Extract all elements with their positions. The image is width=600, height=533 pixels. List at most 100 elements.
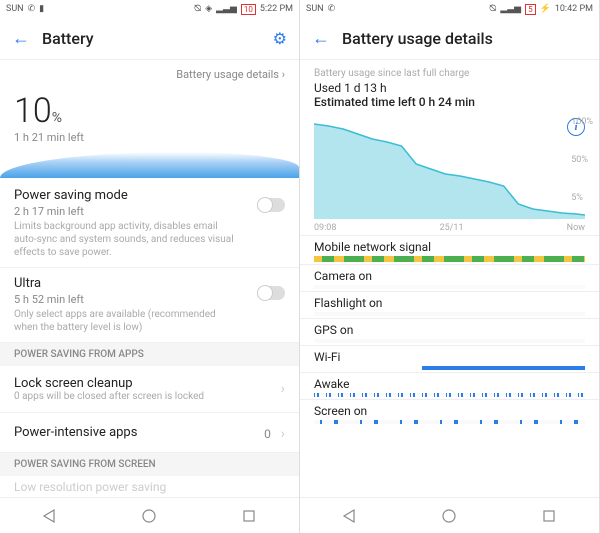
status-bar: SUN ✆ ▮ ⦰ ◈ ▂▃▅ 10 5:22 PM — [0, 0, 299, 18]
truncated-row[interactable]: Low resolution power saving — [0, 476, 299, 494]
chart-x-ticks: 09:08 25/11 Now — [300, 223, 599, 233]
ultra-sub: 5 h 52 min left — [14, 293, 285, 306]
power-intensive-title: Power-intensive apps — [14, 425, 137, 440]
timeline-bar — [314, 393, 585, 397]
timeline-flashlight[interactable]: Flashlight on — [300, 292, 599, 316]
lock-cleanup-row[interactable]: Lock screen cleanup 0 apps will be close… — [0, 366, 299, 413]
nav-back-icon[interactable] — [41, 507, 59, 525]
power-intensive-row[interactable]: Power-intensive apps 0 › — [0, 413, 299, 453]
signal-icon: ▂▃▅ — [216, 4, 237, 14]
percent-symbol: % — [52, 110, 62, 126]
no-icon: ⦰ — [194, 4, 201, 14]
power-saving-desc: Limits background app activity, disables… — [14, 220, 234, 259]
power-saving-row[interactable]: Power saving mode 2 h 17 min left Limits… — [0, 180, 299, 268]
content-area: Battery usage details › 10% 1 h 21 min l… — [0, 60, 299, 497]
timeline-label: GPS on — [314, 323, 585, 337]
timeline-bar — [314, 339, 585, 343]
lock-cleanup-title: Lock screen cleanup — [14, 376, 204, 391]
wifi-icon: ◈ — [205, 4, 212, 14]
xtick: 25/11 — [440, 223, 464, 233]
timeline-bar — [314, 312, 585, 316]
no-icon: ⦰ — [489, 4, 496, 14]
time-left-label: 1 h 21 min left — [0, 131, 299, 152]
timeline-label: Flashlight on — [314, 296, 585, 310]
percent-value: 10 — [14, 91, 52, 131]
battery-wave-graphic — [0, 152, 299, 178]
phone-icon: ✆ — [28, 4, 36, 14]
xtick: Now — [567, 223, 585, 233]
battery-pct-icon: 5 — [525, 4, 536, 15]
ytick: 100% — [571, 117, 593, 127]
app-header: ← Battery ⚙ — [0, 18, 299, 60]
clock-label: 5:22 PM — [260, 4, 293, 14]
timeline-bar — [314, 420, 585, 424]
timeline-bar — [314, 285, 585, 289]
ultra-row[interactable]: Ultra 5 h 52 min left Only select apps a… — [0, 268, 299, 343]
battery-details-screen: SUN ✆ ⦰ ▂▃▅ 5 ⚡ 10:42 PM ← Battery usage… — [300, 0, 600, 533]
battery-percent: 10% — [0, 87, 299, 131]
timeline-wifi[interactable]: Wi-Fi — [300, 346, 599, 370]
clock-label: 10:42 PM — [555, 4, 593, 14]
usage-since-label: Battery usage since last full charge — [314, 68, 585, 79]
content-area: Battery usage since last full charge Use… — [300, 60, 599, 497]
nav-back-icon[interactable] — [341, 507, 359, 525]
page-title: Battery usage details — [342, 29, 587, 48]
chevron-right-icon: › — [282, 68, 285, 81]
usage-summary: Battery usage since last full charge Use… — [300, 60, 599, 113]
link-label: Battery usage details — [176, 68, 279, 81]
chevron-right-icon: › — [281, 426, 285, 442]
battery-pct-icon: 10 — [241, 4, 256, 15]
nav-recent-icon[interactable] — [540, 507, 558, 525]
power-saving-sub: 2 h 17 min left — [14, 205, 285, 218]
gear-icon[interactable]: ⚙ — [273, 29, 287, 48]
timeline-gps[interactable]: GPS on — [300, 319, 599, 343]
timeline-label: Camera on — [314, 269, 585, 283]
section-screen-header: POWER SAVING FROM SCREEN — [0, 453, 299, 476]
ytick: 5% — [571, 193, 593, 203]
xtick: 09:08 — [314, 223, 336, 233]
timeline-bar — [314, 366, 585, 370]
power-saving-toggle[interactable] — [257, 198, 285, 212]
battery-screen: SUN ✆ ▮ ⦰ ◈ ▂▃▅ 10 5:22 PM ← Battery ⚙ B… — [0, 0, 300, 533]
timeline-label: Awake — [314, 377, 585, 391]
timeline-awake[interactable]: Awake — [300, 373, 599, 397]
chevron-right-icon: › — [281, 381, 285, 397]
nav-bar — [300, 497, 599, 533]
power-intensive-value: 0 — [264, 427, 271, 441]
nav-recent-icon[interactable] — [240, 507, 258, 525]
nav-bar — [0, 497, 299, 533]
timeline-bar — [314, 256, 585, 262]
charging-icon: ⚡ — [540, 4, 551, 14]
battery-graph-svg — [314, 119, 585, 219]
timeline-screen[interactable]: Screen on — [300, 400, 599, 424]
phone-icon: ✆ — [328, 4, 336, 14]
ultra-toggle[interactable] — [257, 286, 285, 300]
battery-status-icon: ▮ — [39, 4, 44, 14]
timeline-label: Screen on — [314, 404, 585, 418]
nav-home-icon[interactable] — [140, 507, 158, 525]
timeline-label: Mobile network signal — [314, 240, 585, 254]
usage-est-label: Estimated time left 0 h 24 min — [314, 95, 585, 109]
timeline-mobile[interactable]: Mobile network signal — [300, 236, 599, 262]
nav-home-icon[interactable] — [440, 507, 458, 525]
back-icon[interactable]: ← — [12, 28, 30, 49]
timeline-label: Wi-Fi — [314, 350, 585, 364]
status-bar: SUN ✆ ⦰ ▂▃▅ 5 ⚡ 10:42 PM — [300, 0, 599, 18]
signal-icon: ▂▃▅ — [500, 4, 521, 14]
back-icon[interactable]: ← — [312, 28, 330, 49]
page-title: Battery — [42, 29, 261, 48]
power-saving-title: Power saving mode — [14, 188, 285, 203]
app-header: ← Battery usage details — [300, 18, 599, 60]
ultra-desc: Only select apps are available (recommen… — [14, 308, 234, 334]
lock-cleanup-sub: 0 apps will be closed after screen is lo… — [14, 391, 204, 402]
section-apps-header: POWER SAVING FROM APPS — [0, 343, 299, 366]
carrier-label: SUN — [6, 4, 24, 14]
battery-chart[interactable]: 100% 50% 5% — [300, 113, 599, 223]
carrier-label: SUN — [306, 4, 324, 14]
battery-details-link[interactable]: Battery usage details › — [0, 60, 299, 87]
ultra-title: Ultra — [14, 276, 285, 291]
chart-y-ticks: 100% 50% 5% — [571, 113, 593, 213]
timeline-camera[interactable]: Camera on — [300, 265, 599, 289]
ytick: 50% — [571, 155, 593, 165]
usage-used-label: Used 1 d 13 h — [314, 81, 585, 95]
